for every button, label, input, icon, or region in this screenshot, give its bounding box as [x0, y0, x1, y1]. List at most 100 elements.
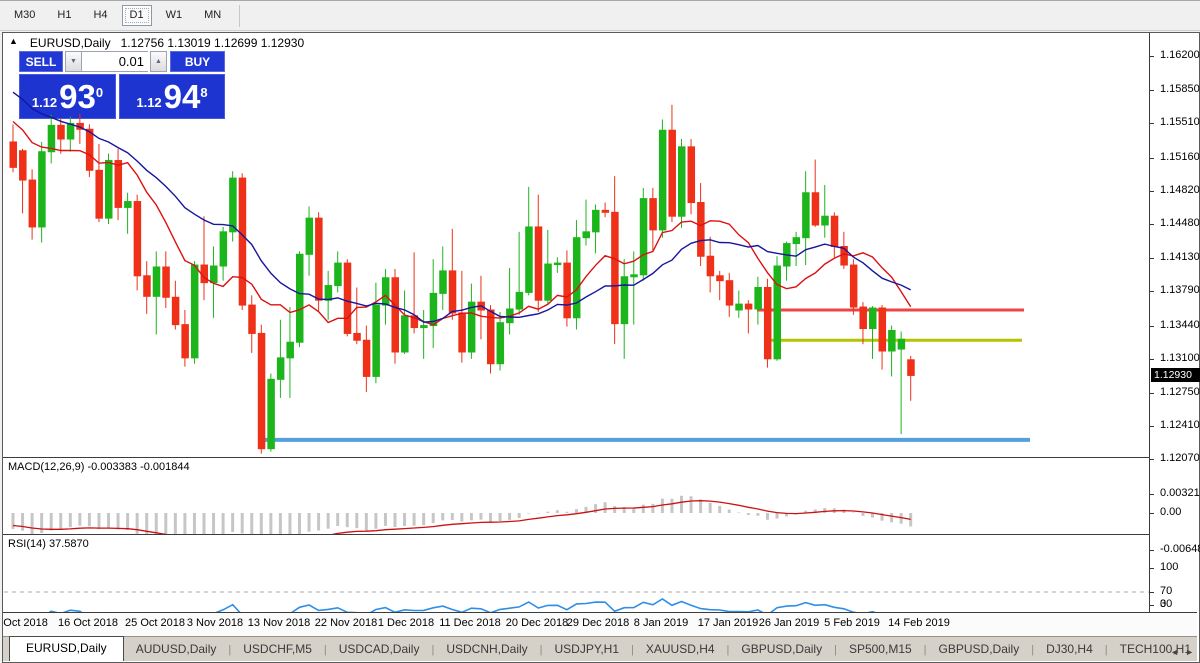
candle — [190, 261, 199, 364]
candle — [658, 119, 667, 238]
candle — [687, 139, 696, 215]
tab-usdcad-daily[interactable]: USDCAD,Daily — [327, 638, 432, 661]
candle — [57, 118, 65, 154]
candle — [334, 251, 342, 293]
tab-gbpusd-daily[interactable]: GBPUSD,Daily — [729, 638, 834, 661]
price-axis-label: 1.14820 — [1160, 183, 1200, 196]
date-axis-label: 1 Dec 2018 — [377, 617, 435, 629]
macd-axis-label: 0.00 — [1160, 506, 1182, 518]
timeframe-button-mn[interactable]: MN — [196, 5, 229, 26]
candle — [649, 187, 657, 252]
candle — [372, 282, 380, 384]
candle — [315, 212, 323, 312]
candle — [907, 355, 915, 401]
candle — [506, 267, 514, 335]
candle — [754, 276, 762, 325]
candle — [391, 268, 399, 364]
candle — [534, 194, 543, 312]
price-axis-label: 1.15160 — [1160, 150, 1200, 163]
candle — [592, 204, 600, 254]
candle — [544, 229, 552, 306]
tab-audusd-daily[interactable]: AUDUSD,Daily — [124, 638, 229, 661]
candle — [869, 306, 877, 359]
candle — [276, 319, 285, 398]
date-axis-label: 17 Jan 2019 — [697, 617, 759, 629]
date-axis[interactable]: 6 Oct 2018 16 Oct 2018 25 Oct 20183 Nov 20… — [0, 613, 1197, 636]
candle — [620, 259, 629, 359]
candle — [248, 295, 256, 353]
tab-sp500-m15[interactable]: SP500,M15 — [837, 638, 924, 661]
rsi-panel-svg[interactable] — [4, 535, 1149, 612]
candle — [859, 302, 867, 345]
timeframe-button-d1[interactable]: D1 — [121, 5, 152, 26]
candle — [783, 241, 791, 281]
candle — [725, 272, 734, 317]
axis-tick — [1150, 190, 1154, 192]
price-axis-label: 1.13790 — [1160, 284, 1200, 297]
candle — [553, 257, 562, 273]
candle — [171, 280, 180, 330]
candle — [496, 311, 505, 371]
tab-scroll-left-icon[interactable]: ◄ — [1170, 647, 1179, 657]
candle — [773, 256, 781, 361]
date-axis-label: 3 Nov 2018 — [186, 617, 244, 629]
candle — [458, 270, 466, 363]
candle — [563, 250, 571, 327]
axis-tick — [1150, 291, 1154, 293]
timeframe-button-h4[interactable]: H4 — [85, 5, 115, 26]
candle — [133, 194, 142, 291]
candle — [286, 307, 294, 398]
tab-eurusd-daily[interactable]: EURUSD,Daily — [9, 636, 124, 661]
candle — [162, 251, 170, 309]
candle — [525, 186, 533, 296]
candle — [38, 141, 46, 243]
candle — [763, 278, 772, 368]
macd-panel-svg[interactable] — [4, 458, 1149, 534]
candle — [849, 259, 858, 315]
tab-usdchf-m5[interactable]: USDCHF,M5 — [231, 638, 324, 661]
price-axis-label: 1.12750 — [1160, 386, 1200, 398]
main-chart-svg[interactable] — [4, 34, 1149, 457]
candle — [305, 206, 314, 276]
rsi-axis-label: 0 — [1160, 598, 1167, 610]
candle — [47, 114, 56, 164]
tab-scroll-right-icon[interactable]: ► — [1185, 647, 1194, 657]
candle — [105, 153, 113, 225]
candle — [467, 283, 476, 359]
timeframe-button-m30[interactable]: M30 — [6, 5, 43, 26]
date-axis-label: 26 Jan 2019 — [758, 617, 820, 629]
candle — [639, 187, 648, 281]
tab-usdjpy-h1[interactable]: USDJPY,H1 — [543, 638, 631, 661]
tab-gbpusd-daily[interactable]: GBPUSD,Daily — [927, 638, 1032, 661]
candle — [28, 169, 37, 240]
candle — [706, 236, 715, 293]
candle — [152, 251, 161, 335]
candle — [343, 259, 352, 337]
candle — [200, 216, 208, 301]
axis-tick — [1150, 90, 1154, 92]
candle — [888, 325, 896, 377]
macd-axis-label: -0.006485 — [1160, 543, 1200, 556]
date-axis-label: 22 Nov 2018 — [314, 617, 378, 629]
timeframe-button-h1[interactable]: H1 — [49, 5, 79, 26]
axis-tick — [1150, 568, 1154, 569]
timeframe-button-w1[interactable]: W1 — [158, 5, 191, 26]
axis-tick — [1150, 426, 1154, 428]
candle — [429, 259, 438, 349]
tab-usdcnh-daily[interactable]: USDCNH,Daily — [434, 638, 539, 661]
tab-dj30-h4[interactable]: DJ30,H4 — [1034, 638, 1105, 661]
date-axis-label: 11 Dec 2018 — [439, 617, 501, 629]
candle — [362, 325, 371, 393]
candle — [95, 143, 103, 223]
candle — [439, 246, 447, 310]
date-axis-label: 16 Oct 2018 — [58, 617, 118, 629]
toolbar-separator — [239, 4, 241, 27]
tab-xauusd-h4[interactable]: XAUUSD,H4 — [634, 638, 727, 661]
axis-tick — [1150, 123, 1154, 125]
candle — [821, 184, 829, 238]
candle — [229, 171, 237, 242]
chart-window: ▲ EURUSD,Daily 1.12756 1.13019 1.12699 1… — [0, 32, 1200, 663]
price-axis-label: 1.13100 — [1160, 351, 1200, 364]
candle — [830, 212, 839, 258]
timeframe-toolbar: M30 H1 H4 D1 W1 MN — [0, 1, 1200, 31]
